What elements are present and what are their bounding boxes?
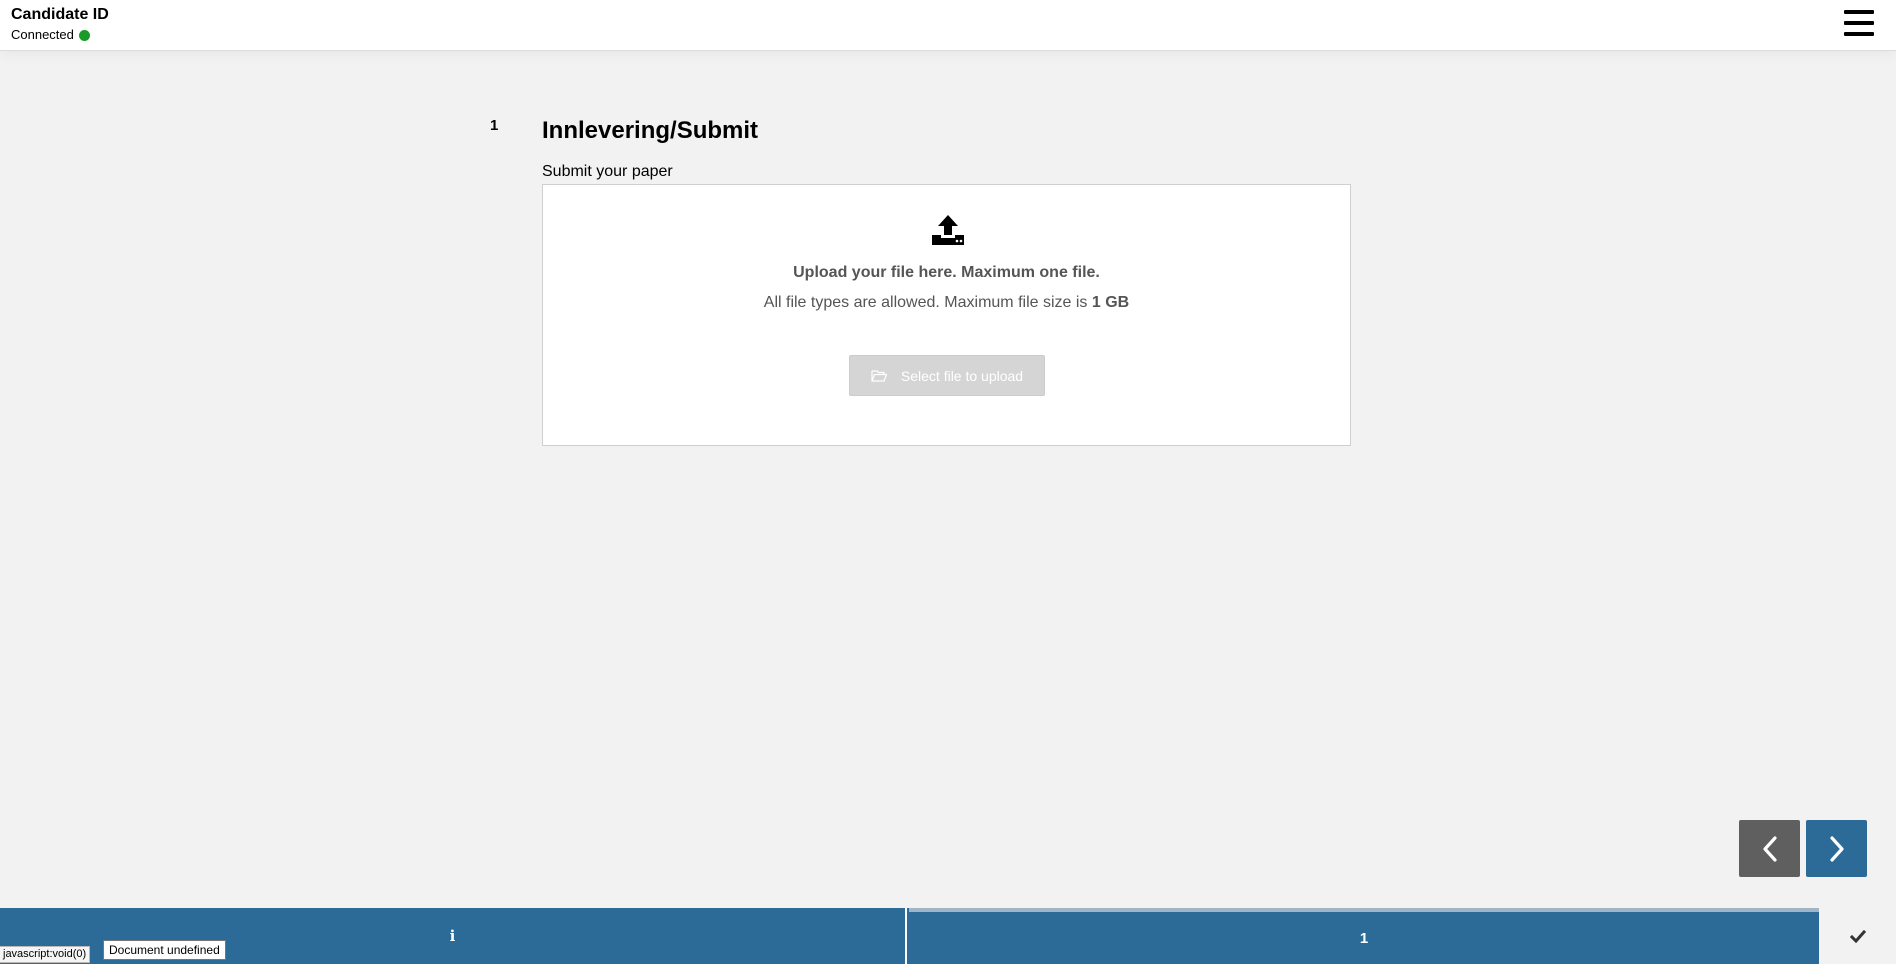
chevron-right-icon bbox=[1829, 835, 1844, 862]
folder-open-icon bbox=[871, 370, 887, 382]
upload-max-size: 1 GB bbox=[1091, 294, 1130, 311]
info-icon: i bbox=[449, 927, 456, 945]
hamburger-menu-icon[interactable] bbox=[1844, 10, 1874, 36]
connection-status-label: Connected bbox=[11, 27, 74, 42]
upload-icon bbox=[932, 215, 964, 245]
upload-info: All file types are allowed. Maximum file… bbox=[543, 294, 1350, 312]
browser-status-link: javascript:void(0) bbox=[0, 946, 91, 963]
select-file-button[interactable]: Select file to upload bbox=[849, 355, 1045, 396]
status-dot-icon bbox=[78, 29, 90, 41]
upload-heading: Upload your file here. Maximum one file. bbox=[793, 264, 1100, 281]
page-tab-1[interactable]: 1 bbox=[909, 908, 1819, 964]
upload-info-text: All file types are allowed. Maximum file… bbox=[763, 294, 1092, 311]
question-number: 1 bbox=[490, 117, 499, 134]
connection-status: Connected bbox=[11, 27, 90, 43]
question-title: Innlevering/Submit bbox=[542, 117, 759, 144]
top-header: Candidate ID Connected bbox=[0, 0, 1896, 51]
next-question-button[interactable] bbox=[1806, 820, 1867, 877]
chevron-left-icon bbox=[1762, 835, 1777, 862]
candidate-id-title: Candidate ID bbox=[11, 6, 109, 23]
previous-question-button[interactable] bbox=[1739, 820, 1800, 877]
page-tab-label: 1 bbox=[1359, 929, 1369, 947]
bottom-navigation-bar: i 1 bbox=[0, 908, 1896, 964]
submit-overview-button[interactable] bbox=[1819, 908, 1896, 964]
checkmark-icon bbox=[1849, 929, 1866, 943]
tooltip: Document undefined bbox=[103, 940, 226, 960]
select-file-button-label: Select file to upload bbox=[900, 367, 1024, 384]
file-upload-dropzone[interactable]: Upload your file here. Maximum one file.… bbox=[542, 184, 1351, 446]
question-subtitle: Submit your paper bbox=[542, 163, 673, 180]
